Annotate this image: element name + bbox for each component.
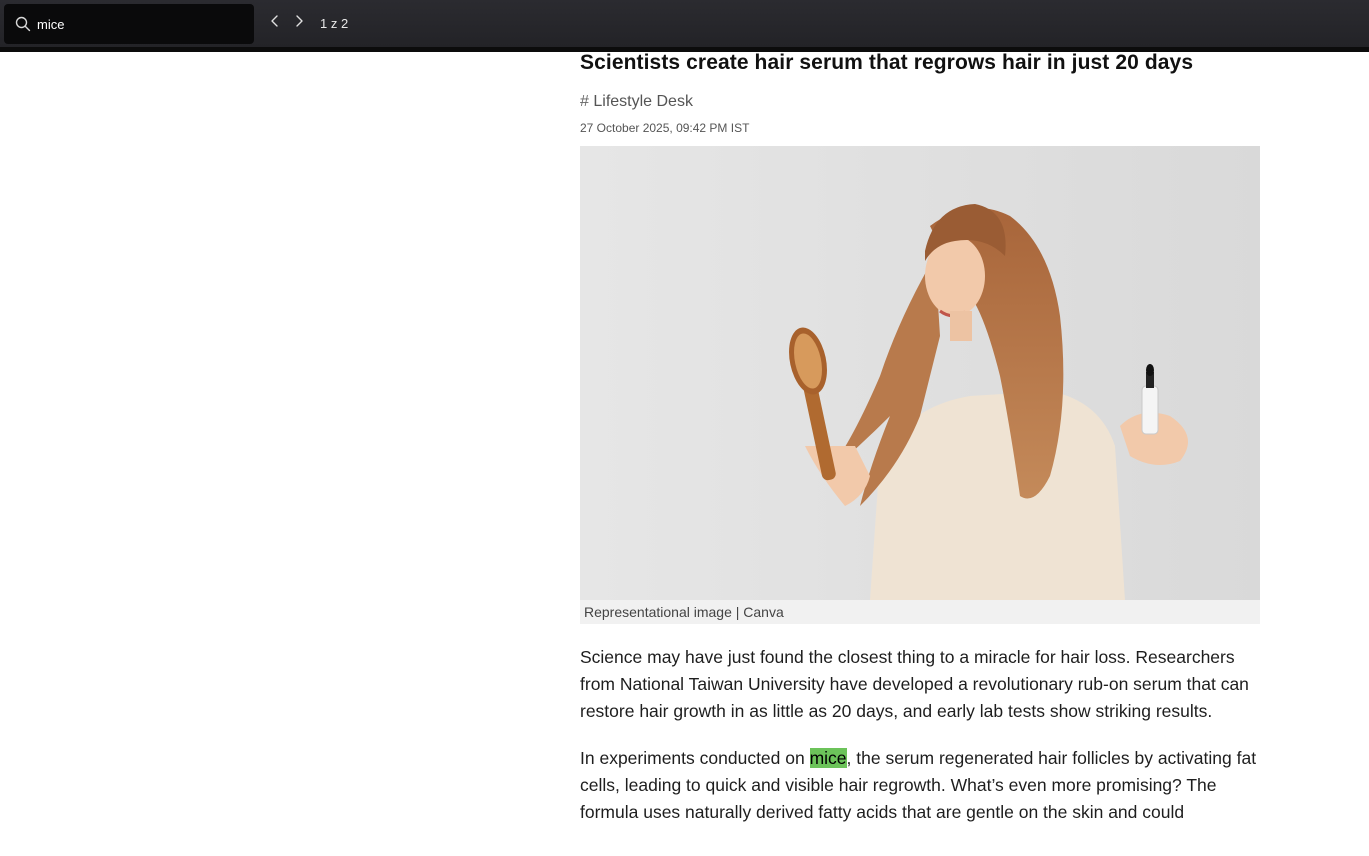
chevron-right-icon	[293, 14, 305, 33]
chevron-left-icon	[269, 14, 281, 33]
find-input-container[interactable]	[4, 4, 254, 44]
desk-label: Lifestyle Desk	[593, 93, 693, 110]
article-desk[interactable]: # Lifestyle Desk	[580, 92, 1260, 112]
find-next-button[interactable]	[289, 13, 309, 33]
search-match-highlight: mice	[809, 748, 847, 768]
article-date: 27 October 2025, 09:42 PM IST	[580, 121, 750, 135]
match-count: 1 z 2	[320, 16, 349, 31]
find-previous-button[interactable]	[265, 13, 285, 33]
search-icon	[15, 16, 31, 32]
paragraph-2-text-before: In experiments conducted on	[580, 748, 810, 768]
article: Scientists create hair serum that regrow…	[580, 46, 1260, 826]
find-input[interactable]	[37, 9, 237, 39]
article-paragraph-2: In experiments conducted on mice, the se…	[580, 745, 1260, 826]
article-image	[580, 146, 1260, 600]
image-caption: Representational image | Canva	[580, 600, 1260, 624]
article-paragraph-1: Science may have just found the closest …	[580, 647, 1249, 721]
find-bar: 1 z 2	[0, 0, 1369, 52]
article-figure: Representational image | Canva	[580, 146, 1260, 624]
desk-hash: #	[580, 93, 589, 110]
